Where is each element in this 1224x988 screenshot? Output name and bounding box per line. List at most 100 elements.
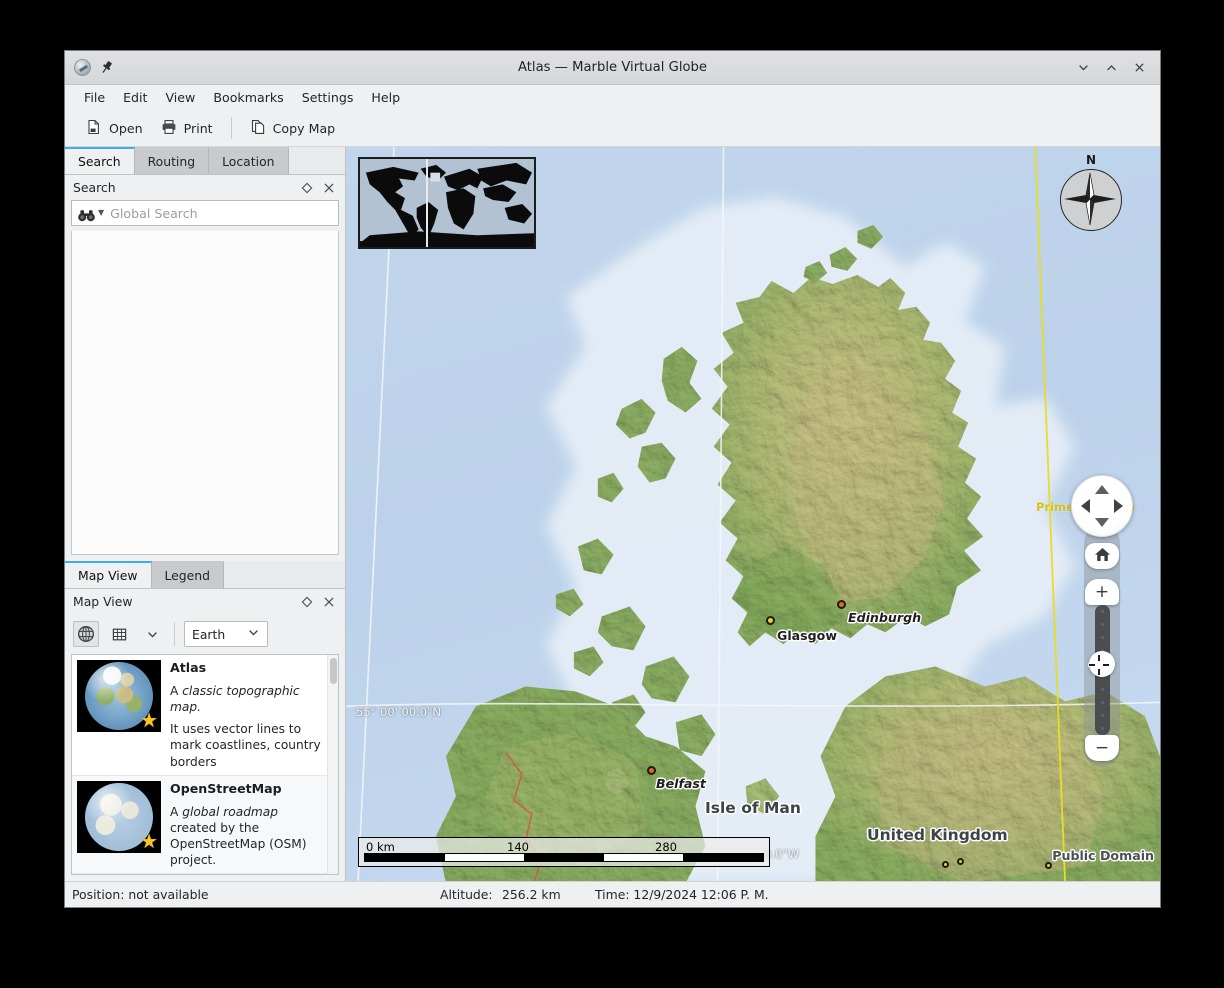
search-dock-float-button[interactable] [301,182,313,194]
zoom-in-button[interactable]: + [1085,579,1119,605]
search-provider-caret-down-icon[interactable]: ▼ [98,209,104,217]
map-view-dock-buttons [301,596,339,608]
navigation-controls: + − [1071,475,1133,767]
pan-wheel[interactable] [1071,475,1133,537]
menu-view[interactable]: View [156,87,204,108]
list-item[interactable]: ★ Atlas A classic topographic map. It us… [72,655,327,775]
scale-bar: 0 km 140 280 [358,837,770,867]
map-theme-description: A classic topographic map. It uses vecto… [170,683,321,769]
close-button[interactable] [1126,57,1152,79]
tab-routing[interactable]: Routing [135,147,210,174]
marble-main-window: Atlas — Marble Virtual Globe File Edit V… [64,50,1161,908]
scale-label-2: 280 [655,840,677,854]
menu-bookmarks[interactable]: Bookmarks [204,87,292,108]
map-theme-name: Atlas [170,660,321,675]
marble-globe-icon [74,59,91,76]
pin-icon[interactable] [99,60,114,75]
projection-caret-down-icon[interactable] [139,621,165,647]
status-position: Position: not available [65,887,209,902]
city-marker-belfast[interactable] [647,766,656,775]
tab-map-view[interactable]: Map View [65,561,152,588]
overview-meridian-line [426,159,428,247]
status-altitude-label: Altitude: [440,887,493,902]
tab-search[interactable]: Search [65,147,135,174]
map-view-separator [174,622,175,646]
main-toolbar: Open Print Copy Map [65,110,1160,147]
map-theme-description: A global roadmap created by the OpenStre… [170,804,321,868]
maximize-button[interactable] [1098,57,1124,79]
map-theme-thumbnail: ★ [77,660,161,732]
city-marker-minor-1[interactable] [942,861,949,868]
map-view-dock-title: Map View [73,594,133,609]
map-center-crosshair [1089,655,1109,675]
map-theme-list[interactable]: ★ Atlas A classic topographic map. It us… [71,654,339,875]
grid-projection-icon[interactable] [106,621,132,647]
map-view[interactable]: N [346,147,1160,881]
menu-help[interactable]: Help [362,87,409,108]
tab-location[interactable]: Location [209,147,288,174]
map-attribution: Public Domain [1052,848,1154,863]
celestial-body-value: Earth [192,627,225,642]
zoom-out-label: − [1095,740,1109,757]
open-button[interactable]: Open [77,116,152,141]
map-view-dock-float-button[interactable] [301,596,313,608]
map-view-dock-close-button[interactable] [323,596,335,608]
list-item[interactable]: ★ OpenStreetMap A global roadmap created… [72,776,327,874]
title-bar-icons [65,59,114,76]
map-canvas [346,147,1160,881]
menu-bar: File Edit View Bookmarks Settings Help [65,85,1160,110]
minimize-button[interactable] [1070,57,1096,79]
map-view-tabbar-filler [224,561,345,588]
search-input[interactable]: ▼ Global Search [71,200,339,226]
compass-dial [1060,169,1122,231]
city-marker-edinburgh[interactable] [837,600,846,609]
city-marker-minor-2[interactable] [957,858,964,865]
search-dock-header: Search [65,175,345,200]
search-results-list[interactable] [71,231,339,555]
latitude-label: 55° 00' 00.0"N [356,705,441,719]
pan-up-icon[interactable] [1095,485,1109,494]
star-icon: ★ [140,831,158,851]
map-theme-list-scrollbar[interactable] [327,655,338,874]
copy-map-button-label: Copy Map [273,121,336,136]
zoom-in-label: + [1095,584,1109,601]
scale-label-0: 0 km [366,840,395,854]
print-button[interactable]: Print [152,116,222,141]
search-tabbar: Search Routing Location [65,147,345,175]
window-body: Search Routing Location Search [65,147,1160,881]
home-icon [1094,547,1111,566]
pan-down-icon[interactable] [1095,518,1109,527]
overview-map[interactable] [358,157,536,249]
globe-projection-icon[interactable] [73,621,99,647]
map-view-tabbar: Map View Legend [65,561,345,589]
menu-file[interactable]: File [75,87,114,108]
menu-edit[interactable]: Edit [114,87,156,108]
tab-legend[interactable]: Legend [152,561,225,588]
map-theme-name: OpenStreetMap [170,781,321,796]
window-title: Atlas — Marble Virtual Globe [65,60,1160,75]
pan-right-icon[interactable] [1114,499,1123,513]
pan-left-icon[interactable] [1081,499,1090,513]
compass-north-label: N [1060,153,1122,167]
map-view-dock: Map View Legend Map View [65,561,345,881]
print-button-label: Print [184,121,213,136]
zoom-stem: + − [1084,525,1120,767]
scrollbar-thumb[interactable] [330,658,337,684]
city-marker-glasgow[interactable] [766,616,775,625]
scale-label-1: 140 [507,840,529,854]
copy-icon [250,119,266,138]
star-icon: ★ [140,710,158,730]
menu-settings[interactable]: Settings [293,87,363,108]
celestial-body-select[interactable]: Earth [184,621,268,647]
compass-rose[interactable]: N [1060,169,1122,231]
binoculars-icon[interactable] [78,207,95,220]
map-view-controls: Earth [65,614,345,654]
map-theme-thumbnail: ★ [77,781,161,853]
window-controls [1070,57,1160,79]
zoom-out-button[interactable]: − [1085,735,1119,761]
status-bar: Position: not available Altitude: 256.2 … [65,881,1160,907]
copy-map-button[interactable]: Copy Map [241,116,345,141]
search-dock-close-button[interactable] [323,182,335,194]
home-button[interactable] [1085,543,1119,569]
city-marker-minor-3[interactable] [1045,862,1052,869]
